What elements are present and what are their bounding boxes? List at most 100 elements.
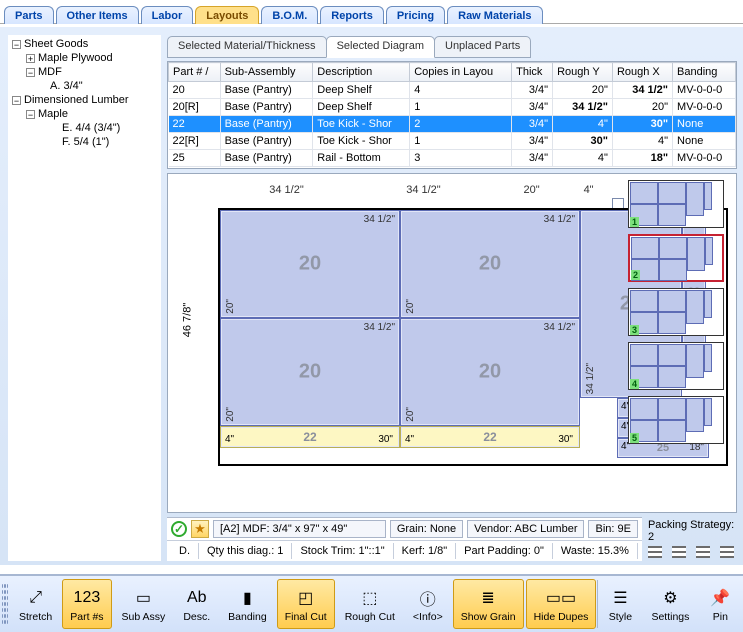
- main-area: −Sheet Goods +Maple Plywood −MDF A. 3/4"…: [0, 27, 743, 565]
- grid-header[interactable]: Thick: [512, 63, 553, 82]
- grid-header[interactable]: Copies in Layou: [410, 63, 512, 82]
- thumb-row: 2: [612, 234, 730, 282]
- toolbar-part-s-button[interactable]: 123Part #s: [62, 579, 111, 629]
- layout-thumbnail[interactable]: 2: [628, 234, 724, 282]
- top-tab-other-items[interactable]: Other Items: [56, 6, 139, 24]
- toolbar-desc--button[interactable]: AbDesc.: [175, 579, 218, 629]
- grid-header[interactable]: Sub-Assembly: [220, 63, 313, 82]
- tree-sheet-goods[interactable]: −Sheet Goods: [10, 37, 161, 51]
- inner-tab-unplaced-parts[interactable]: Unplaced Parts: [434, 36, 531, 58]
- thumb-row: 5: [612, 396, 730, 444]
- toolbar-label: Desc.: [183, 611, 210, 623]
- toolbar-label: Banding: [228, 611, 267, 623]
- status-d[interactable]: D.: [171, 543, 199, 559]
- status-grain: Grain: None: [390, 520, 463, 538]
- inner-tab-selected-material-thickness[interactable]: Selected Material/Thickness: [167, 36, 327, 58]
- thumb-row: 1: [612, 180, 730, 228]
- layout-part-offcut[interactable]: 4"30"22: [400, 426, 580, 448]
- status-waste: Waste: 15.3%: [553, 543, 638, 559]
- top-tab-b-o-m-[interactable]: B.O.M.: [261, 6, 318, 24]
- toolbar-style-button[interactable]: ☰Style: [599, 579, 641, 629]
- layout-thumbnail[interactable]: 4: [628, 342, 724, 390]
- settings-icon: ⚙: [658, 586, 682, 610]
- top-tab-bar: PartsOther ItemsLaborLayoutsB.O.M.Report…: [0, 0, 743, 24]
- status-material: [A2] MDF: 3/4" x 97" x 49": [213, 520, 386, 538]
- status-vendor: Vendor: ABC Lumber: [467, 520, 584, 538]
- ok-icon: ✓: [171, 521, 187, 537]
- grid-row[interactable]: 22Base (Pantry)Toe Kick - Shor23/4"4"30"…: [169, 116, 736, 133]
- top-tab-reports[interactable]: Reports: [320, 6, 384, 24]
- status-bar-1: ✓ ★ [A2] MDF: 3/4" x 97" x 49" Grain: No…: [167, 517, 642, 540]
- top-tab-parts[interactable]: Parts: [4, 6, 54, 24]
- material-tree[interactable]: −Sheet Goods +Maple Plywood −MDF A. 3/4"…: [8, 35, 161, 561]
- packing-icon[interactable]: [696, 546, 710, 558]
- diagram-row: 34 1/2"34 1/2"20"4" 46 7/8" 34 1/2"20"20…: [167, 173, 737, 513]
- toolbar-show-grain-button[interactable]: ≣Show Grain: [453, 579, 524, 629]
- tree-mdf[interactable]: −MDF: [10, 65, 161, 79]
- toolbar-sub-assy-button[interactable]: ▭Sub Assy: [114, 579, 174, 629]
- layout-part[interactable]: 34 1/2"20"20: [400, 318, 580, 426]
- packing-icon[interactable]: [672, 546, 686, 558]
- style-icon: ☰: [608, 586, 632, 610]
- toolbar--info--button[interactable]: ⓘ<Info>: [405, 579, 451, 629]
- toolbar-label: Sub Assy: [122, 611, 166, 623]
- packing-icon[interactable]: [720, 546, 734, 558]
- parts-grid[interactable]: Part # /Sub-AssemblyDescriptionCopies in…: [167, 61, 737, 169]
- layout-thumbnail[interactable]: 5: [628, 396, 724, 444]
- toolbar-label: Style: [609, 611, 632, 623]
- tree-maple[interactable]: −Maple: [10, 107, 161, 121]
- tree-mdf-a[interactable]: A. 3/4": [10, 79, 161, 93]
- tree-maple-plywood[interactable]: +Maple Plywood: [10, 51, 161, 65]
- top-tab-pricing[interactable]: Pricing: [386, 6, 445, 24]
- tree-maple-f[interactable]: F. 5/4 (1"): [10, 135, 161, 149]
- diagram-top-dim: 4": [571, 184, 606, 196]
- grid-row[interactable]: 20Base (Pantry)Deep Shelf43/4"20"34 1/2"…: [169, 82, 736, 99]
- toolbar-rough-cut-button[interactable]: ⬚Rough Cut: [337, 579, 403, 629]
- diagram-top-dim: 34 1/2": [355, 184, 492, 196]
- tree-maple-e[interactable]: E. 4/4 (3/4"): [10, 121, 161, 135]
- toolbar-label: Pin: [713, 611, 728, 623]
- layout-part[interactable]: 34 1/2"20"20: [220, 210, 400, 318]
- grid-header[interactable]: Rough X: [612, 63, 672, 82]
- -info--icon: ⓘ: [416, 586, 440, 610]
- top-tab-layouts[interactable]: Layouts: [195, 6, 259, 24]
- layout-diagram[interactable]: 34 1/2"34 1/2"20"4" 46 7/8" 34 1/2"20"20…: [174, 180, 606, 512]
- grid-header[interactable]: Banding: [673, 63, 736, 82]
- layout-part[interactable]: 34 1/2"20"20: [400, 210, 580, 318]
- right-column: Selected Material/ThicknessSelected Diag…: [167, 35, 737, 561]
- status-padding: Part Padding: 0": [456, 543, 553, 559]
- desc--icon: Ab: [185, 586, 209, 610]
- toolbar-banding-button[interactable]: ▮Banding: [220, 579, 275, 629]
- layout-thumbnail[interactable]: 3: [628, 288, 724, 336]
- top-tab-raw-materials[interactable]: Raw Materials: [447, 6, 542, 24]
- toolbar-pin-button[interactable]: 📌Pin: [699, 579, 741, 629]
- grid-row[interactable]: 22[R]Base (Pantry)Toe Kick - Shor13/4"30…: [169, 133, 736, 150]
- toolbar-stretch-button[interactable]: ⤢Stretch: [11, 579, 60, 629]
- thumb-row: 3: [612, 288, 730, 336]
- grid-header[interactable]: Description: [313, 63, 410, 82]
- status-qty: Qty this diag.: 1: [199, 543, 292, 559]
- part-s-icon: 123: [75, 586, 99, 610]
- top-tab-labor[interactable]: Labor: [141, 6, 194, 24]
- hide-dupes-icon: ▭▭: [549, 586, 573, 610]
- diagram-top-dim: 34 1/2": [218, 184, 355, 196]
- grid-header[interactable]: Rough Y: [553, 63, 613, 82]
- toolbar-label: Part #s: [70, 611, 103, 623]
- toolbar-final-cut-button[interactable]: ◰Final Cut: [277, 579, 335, 629]
- grid-row[interactable]: 25Base (Pantry)Rail - Bottom33/4"4"18"MV…: [169, 150, 736, 167]
- toolbar-hide-dupes-button[interactable]: ▭▭Hide Dupes: [526, 579, 597, 629]
- grid-header[interactable]: Part # /: [169, 63, 221, 82]
- tree-dim-lumber[interactable]: −Dimensioned Lumber: [10, 93, 161, 107]
- inner-tab-selected-diagram[interactable]: Selected Diagram: [326, 36, 435, 58]
- toolbar-label: Stretch: [19, 611, 52, 623]
- packing-strategy: Packing Strategy: 2: [642, 517, 737, 561]
- packing-label: Packing Strategy: 2: [648, 519, 737, 543]
- toolbar-settings-button[interactable]: ⚙Settings: [643, 579, 697, 629]
- layout-thumbnail[interactable]: 1: [628, 180, 724, 228]
- star-button[interactable]: ★: [191, 520, 209, 538]
- packing-icon[interactable]: [648, 546, 662, 558]
- grid-row[interactable]: 20[R]Base (Pantry)Deep Shelf13/4"34 1/2"…: [169, 99, 736, 116]
- layout-part[interactable]: 34 1/2"20"20: [220, 318, 400, 426]
- layout-part-offcut[interactable]: 4"30"22: [220, 426, 400, 448]
- diagram-top-dim: 20": [492, 184, 571, 196]
